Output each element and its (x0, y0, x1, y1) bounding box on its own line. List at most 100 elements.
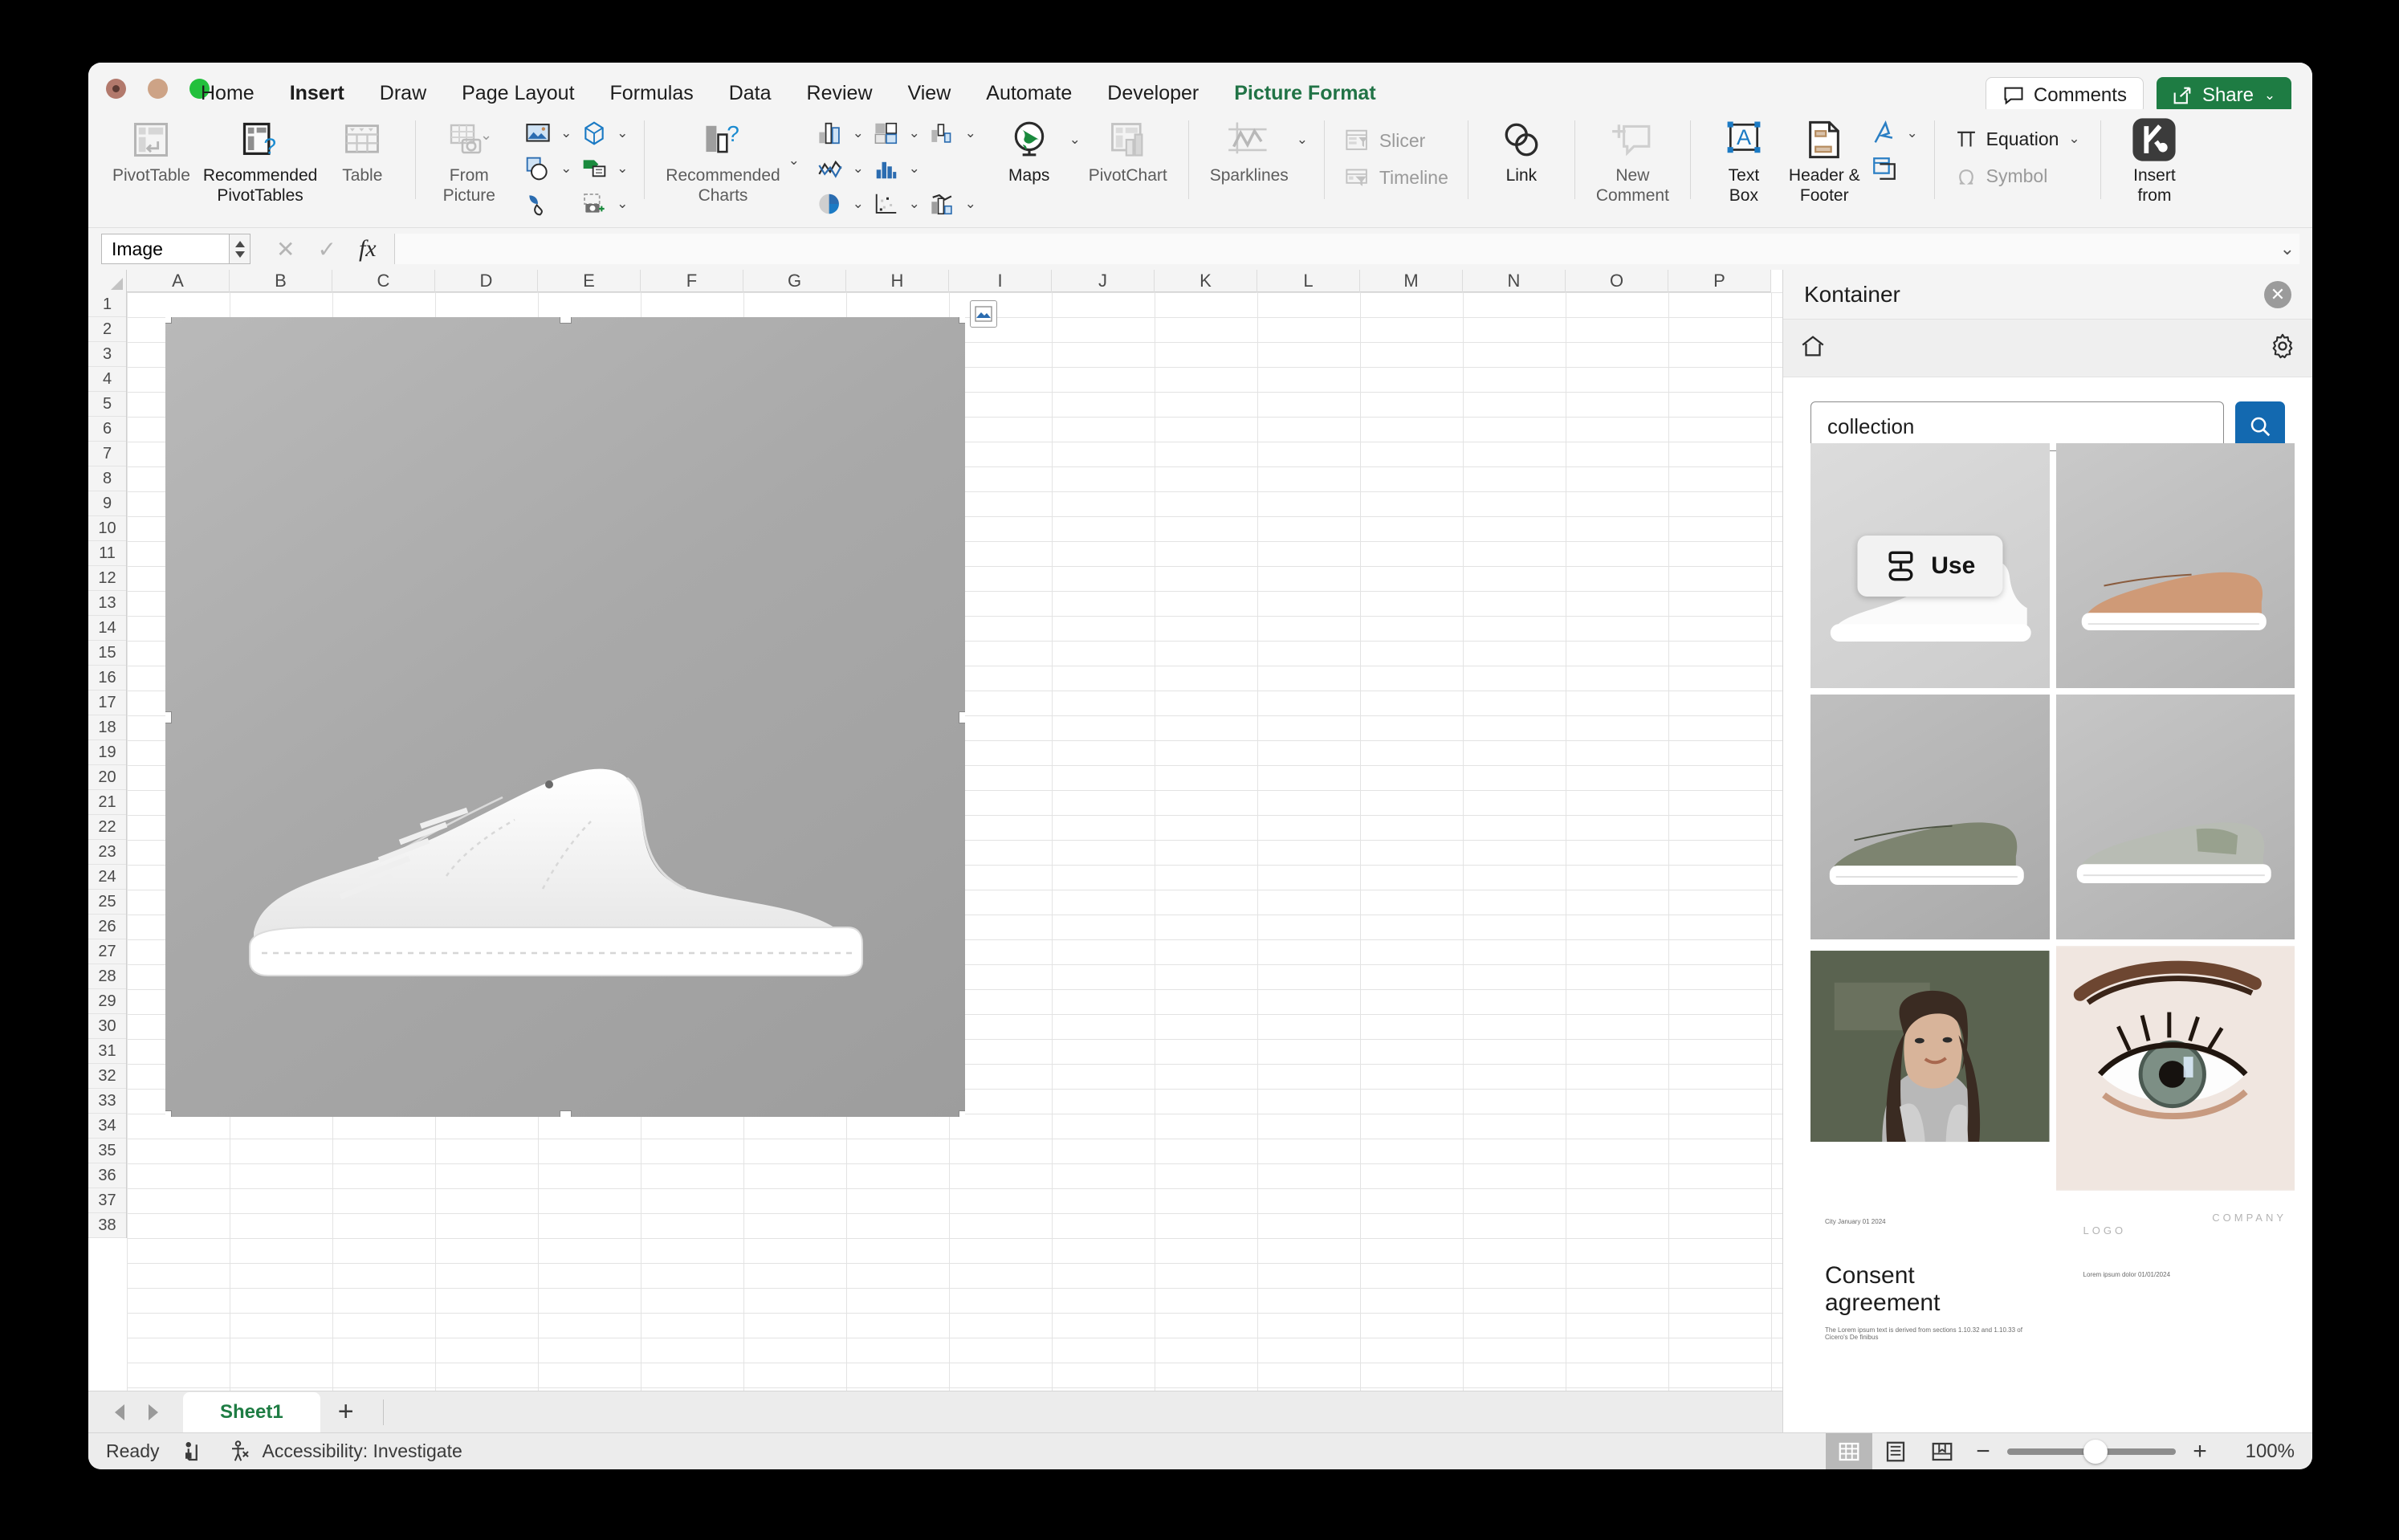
tab-view[interactable]: View (890, 77, 969, 110)
column-header-H[interactable]: H (846, 270, 949, 292)
equation-button[interactable]: Equation ⌄ (1949, 120, 2087, 157)
row-header-25[interactable]: 25 (88, 890, 126, 915)
row-header-9[interactable]: 9 (88, 491, 126, 516)
row-header-32[interactable]: 32 (88, 1064, 126, 1089)
page-layout-view-button[interactable] (1872, 1433, 1919, 1470)
row-header-35[interactable]: 35 (88, 1139, 126, 1163)
chevron-down-icon[interactable]: ⌄ (851, 125, 866, 141)
gear-icon[interactable] (2269, 332, 2296, 364)
new-comment-button[interactable]: New Comment (1590, 112, 1676, 210)
resize-handle-s[interactable] (560, 1110, 572, 1117)
chevron-down-icon[interactable]: ⌄ (615, 196, 629, 212)
page-break-view-button[interactable] (1919, 1433, 1965, 1470)
text-box-button[interactable]: A Text Box (1705, 112, 1782, 210)
resize-handle-se[interactable] (959, 1110, 965, 1117)
row-header-12[interactable]: 12 (88, 566, 126, 591)
3d-models-icon[interactable] (576, 118, 612, 149)
row-header-6[interactable]: 6 (88, 417, 126, 442)
column-header-E[interactable]: E (538, 270, 641, 292)
row-header-14[interactable]: 14 (88, 616, 126, 641)
row-header-17[interactable]: 17 (88, 691, 126, 715)
header-footer-button[interactable]: Header & Footer (1782, 112, 1867, 210)
home-icon[interactable] (1799, 332, 1827, 364)
asset-tile[interactable]: Use (1810, 443, 2050, 688)
tab-picture-format[interactable]: Picture Format (1216, 77, 1393, 110)
column-header-P[interactable]: P (1668, 270, 1771, 292)
add-sheet-button[interactable]: + (324, 1394, 369, 1431)
row-header-21[interactable]: 21 (88, 790, 126, 815)
picture-options-badge[interactable] (970, 300, 997, 328)
resize-handle-e[interactable] (959, 711, 965, 723)
insert-from-button[interactable]: Insert from (2116, 112, 2193, 210)
row-header-19[interactable]: 19 (88, 740, 126, 765)
resize-handle-nw[interactable] (165, 317, 172, 324)
row-header-34[interactable]: 34 (88, 1114, 126, 1139)
chevron-down-icon[interactable]: ⌄ (907, 125, 922, 141)
row-header-30[interactable]: 30 (88, 1014, 126, 1039)
formula-input[interactable] (394, 234, 2299, 264)
maps-button[interactable]: Maps (991, 112, 1068, 190)
row-header-31[interactable]: 31 (88, 1039, 126, 1064)
select-all-button[interactable] (88, 270, 127, 292)
cancel-edit-button[interactable]: ✕ (276, 236, 295, 263)
row-header-38[interactable]: 38 (88, 1213, 126, 1238)
asset-tile[interactable] (2056, 946, 2295, 1191)
pivottable-button[interactable]: PivotTable (106, 112, 197, 190)
chevron-down-icon[interactable]: ⌄ (963, 125, 978, 141)
row-header-11[interactable]: 11 (88, 541, 126, 566)
row-header-20[interactable]: 20 (88, 765, 126, 790)
row-header-5[interactable]: 5 (88, 392, 126, 417)
row-header-28[interactable]: 28 (88, 964, 126, 989)
column-header-I[interactable]: I (949, 270, 1052, 292)
chevron-down-icon[interactable]: ⌄ (851, 196, 866, 212)
tab-automate[interactable]: Automate (968, 77, 1090, 110)
chevron-down-icon[interactable]: ⌄ (907, 161, 922, 177)
chevron-down-icon[interactable]: ⌄ (559, 161, 573, 177)
column-header-L[interactable]: L (1257, 270, 1360, 292)
asset-tile[interactable]: 113847_Demo.jpg (1810, 695, 2050, 939)
resize-handle-n[interactable] (560, 317, 572, 324)
histogram-chart-icon[interactable] (869, 153, 904, 184)
icons-icon[interactable] (520, 189, 556, 219)
asset-tile[interactable]: City January 01 2024 Consent agreement T… (1810, 1197, 2050, 1432)
waterfall-chart-icon[interactable] (925, 118, 960, 149)
row-header-36[interactable]: 36 (88, 1163, 126, 1188)
hierarchy-chart-icon[interactable] (869, 118, 904, 149)
recommended-charts-button[interactable]: ? Recommended Charts (659, 112, 786, 210)
row-header-24[interactable]: 24 (88, 865, 126, 890)
from-picture-button[interactable]: ⌄ From Picture (430, 112, 507, 210)
previous-sheet-button[interactable] (106, 1398, 135, 1427)
tab-page-layout[interactable]: Page Layout (444, 77, 592, 110)
zoom-out-button[interactable]: − (1965, 1438, 2001, 1465)
resize-handle-ne[interactable] (959, 317, 965, 324)
zoom-slider-handle[interactable] (2083, 1440, 2108, 1464)
next-sheet-button[interactable] (138, 1398, 167, 1427)
column-header-A[interactable]: A (127, 270, 230, 292)
row-header-16[interactable]: 16 (88, 666, 126, 691)
chevron-down-icon[interactable]: ⌄ (1905, 125, 1920, 141)
asset-tile[interactable] (2056, 695, 2295, 939)
row-header-29[interactable]: 29 (88, 989, 126, 1014)
chevron-down-icon[interactable]: ⌄ (963, 196, 978, 212)
column-header-N[interactable]: N (1463, 270, 1566, 292)
row-header-8[interactable]: 8 (88, 466, 126, 491)
table-button[interactable]: Table (324, 112, 401, 190)
chevron-down-icon[interactable]: ⌄ (2067, 131, 2081, 147)
row-header-10[interactable]: 10 (88, 516, 126, 541)
row-header-22[interactable]: 22 (88, 815, 126, 840)
chevron-down-icon[interactable]: ⌄ (1068, 132, 1082, 148)
screenshot-icon[interactable] (576, 189, 612, 219)
tab-data[interactable]: Data (711, 77, 789, 110)
tab-draw[interactable]: Draw (362, 77, 444, 110)
row-header-7[interactable]: 7 (88, 442, 126, 466)
zoom-level-label[interactable]: 100% (2218, 1440, 2295, 1463)
symbol-button[interactable]: Symbol (1949, 157, 2053, 194)
resize-handle-sw[interactable] (165, 1110, 172, 1117)
zoom-slider[interactable] (2007, 1448, 2176, 1455)
pictures-icon[interactable] (520, 118, 556, 149)
row-header-1[interactable]: 1 (88, 292, 126, 317)
asset-tile[interactable] (2056, 443, 2295, 688)
line-chart-icon[interactable] (813, 153, 848, 184)
name-box-stepper[interactable] (230, 234, 250, 264)
row-header-3[interactable]: 3 (88, 342, 126, 367)
